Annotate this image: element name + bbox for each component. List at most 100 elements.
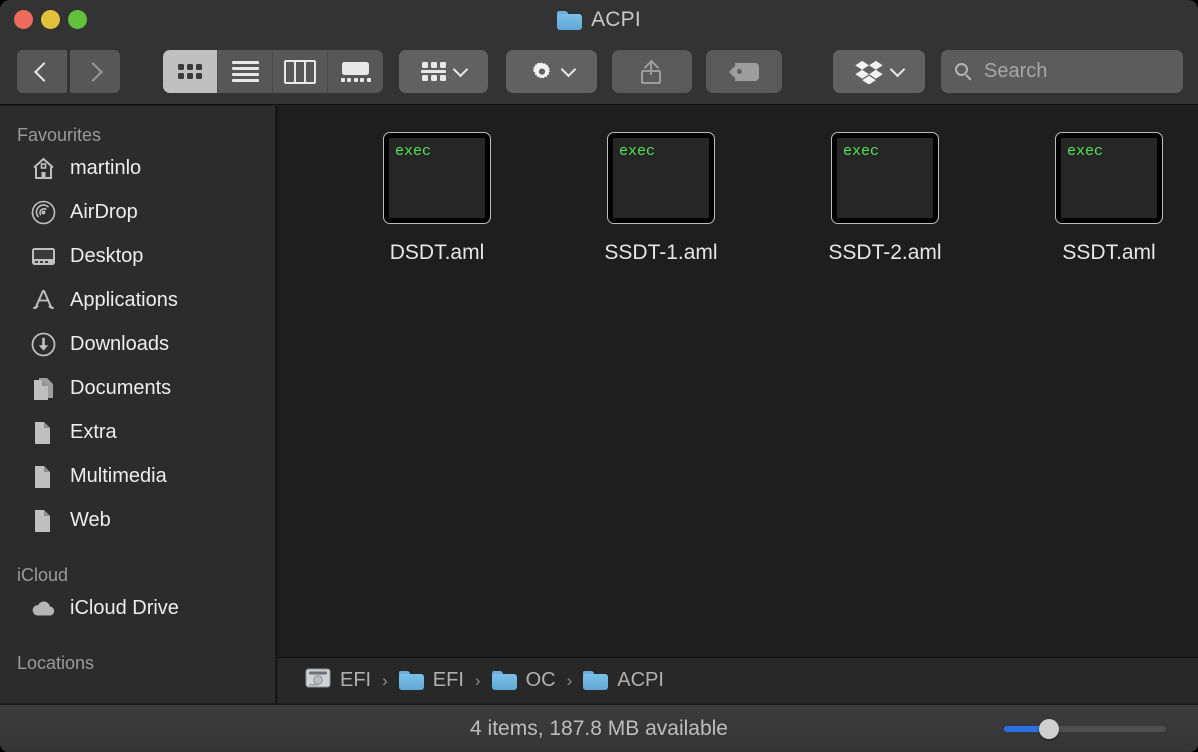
- sidebar-item-label: Desktop: [70, 245, 143, 268]
- minimize-button[interactable]: [41, 10, 60, 29]
- breadcrumb: EFI › EFI › OC › ACPI: [276, 657, 1198, 703]
- unix-executable-icon: exec: [607, 132, 715, 224]
- dropbox-button[interactable]: [833, 50, 925, 93]
- sidebar-item-label: Applications: [70, 289, 178, 312]
- arrange-button[interactable]: [399, 50, 488, 93]
- sidebar: Favourites martinlo AirDrop Desktop Appl…: [0, 106, 275, 703]
- navigation-buttons: [17, 50, 120, 93]
- file-list-area[interactable]: exec DSDT.aml exec SSDT-1.aml exec: [276, 106, 1198, 656]
- breadcrumb-separator: ›: [567, 671, 573, 691]
- group-icon: [421, 62, 446, 81]
- column-view-button[interactable]: [273, 50, 328, 93]
- breadcrumb-separator: ›: [475, 671, 481, 691]
- sidebar-item-applications[interactable]: Applications: [0, 278, 275, 322]
- gallery-icon: [341, 62, 371, 82]
- share-icon: [641, 60, 663, 84]
- search-icon: [955, 63, 973, 81]
- tag-button[interactable]: [706, 50, 782, 93]
- sidebar-item-label: AirDrop: [70, 201, 138, 224]
- share-button[interactable]: [612, 50, 692, 93]
- sidebar-item-extra[interactable]: Extra: [0, 410, 275, 454]
- list-view-button[interactable]: [218, 50, 273, 93]
- sidebar-section-favourites-header: Favourites: [0, 124, 275, 146]
- view-mode-switcher: [163, 50, 383, 93]
- documents-icon: [30, 376, 57, 401]
- sidebar-item-label: Web: [70, 509, 111, 532]
- sidebar-item-label: Extra: [70, 421, 117, 444]
- sidebar-item-label: Downloads: [70, 333, 169, 356]
- sidebar-item-desktop[interactable]: Desktop: [0, 234, 275, 278]
- list-icon: [232, 61, 259, 82]
- sidebar-item-web[interactable]: Web: [0, 498, 275, 542]
- sidebar-item-label: martinlo: [70, 157, 141, 180]
- sidebar-section-icloud-header: iCloud: [0, 564, 275, 586]
- sidebar-item-label: Multimedia: [70, 465, 167, 488]
- file-item[interactable]: exec SSDT.aml: [997, 132, 1198, 265]
- cloud-icon: [30, 596, 57, 621]
- chevron-right-icon: [83, 62, 103, 82]
- airdrop-icon: [30, 200, 57, 225]
- desktop-icon: [30, 244, 57, 269]
- breadcrumb-separator: ›: [382, 671, 388, 691]
- toolbar: ACPI: [0, 0, 1198, 105]
- file-item[interactable]: exec SSDT-1.aml: [549, 132, 773, 265]
- icon-size-slider[interactable]: [1004, 725, 1166, 733]
- chevron-down-icon: [890, 62, 906, 78]
- document-icon: [30, 464, 57, 489]
- exec-badge: exec: [395, 143, 431, 160]
- slider-fill: [1004, 726, 1044, 732]
- exec-badge: exec: [1067, 143, 1103, 160]
- file-item[interactable]: exec SSDT-2.aml: [773, 132, 997, 265]
- breadcrumb-item-acpi[interactable]: ACPI: [583, 669, 664, 692]
- exec-badge: exec: [619, 143, 655, 160]
- gear-icon: [530, 60, 554, 84]
- sidebar-item-documents[interactable]: Documents: [0, 366, 275, 410]
- sidebar-item-label: Documents: [70, 377, 171, 400]
- folder-icon: [583, 671, 608, 690]
- breadcrumb-label: ACPI: [617, 669, 664, 692]
- sidebar-item-multimedia[interactable]: Multimedia: [0, 454, 275, 498]
- sidebar-item-label: iCloud Drive: [70, 597, 179, 620]
- sidebar-section-locations-header: Locations: [0, 652, 275, 674]
- maximize-button[interactable]: [68, 10, 87, 29]
- file-grid: exec DSDT.aml exec SSDT-1.aml exec: [277, 106, 1198, 265]
- window-controls: [14, 10, 87, 29]
- window-title-bar: ACPI: [0, 8, 1198, 32]
- breadcrumb-item-oc[interactable]: OC: [492, 669, 556, 692]
- document-icon: [30, 420, 57, 445]
- action-button[interactable]: [506, 50, 597, 93]
- forward-button[interactable]: [70, 50, 120, 93]
- grid-icon: [178, 64, 202, 79]
- gallery-view-button[interactable]: [328, 50, 383, 93]
- unix-executable-icon: exec: [383, 132, 491, 224]
- breadcrumb-item-efi-folder[interactable]: EFI: [399, 669, 464, 692]
- file-name-label: SSDT.aml: [1062, 241, 1155, 265]
- sidebar-item-downloads[interactable]: Downloads: [0, 322, 275, 366]
- search-placeholder: Search: [984, 60, 1047, 83]
- folder-icon: [557, 11, 582, 30]
- sidebar-item-icloud-drive[interactable]: iCloud Drive: [0, 586, 275, 630]
- search-input[interactable]: Search: [941, 50, 1183, 93]
- page-title: ACPI: [591, 8, 641, 32]
- unix-executable-icon: exec: [1055, 132, 1163, 224]
- folder-icon: [492, 671, 517, 690]
- sidebar-item-airdrop[interactable]: AirDrop: [0, 190, 275, 234]
- disk-icon: [305, 667, 331, 694]
- file-item[interactable]: exec DSDT.aml: [325, 132, 549, 265]
- tag-icon: [729, 63, 759, 81]
- folder-icon: [399, 671, 424, 690]
- document-icon: [30, 508, 57, 533]
- home-icon: [30, 156, 57, 181]
- breadcrumb-label: OC: [526, 669, 556, 692]
- downloads-icon: [30, 332, 57, 357]
- breadcrumb-item-efi-disk[interactable]: EFI: [305, 667, 371, 694]
- unix-executable-icon: exec: [831, 132, 939, 224]
- chevron-down-icon: [560, 62, 576, 78]
- back-button[interactable]: [17, 50, 67, 93]
- columns-icon: [284, 60, 316, 84]
- sidebar-item-martinlo[interactable]: martinlo: [0, 146, 275, 190]
- chevron-down-icon: [453, 62, 469, 78]
- close-button[interactable]: [14, 10, 33, 29]
- slider-knob[interactable]: [1039, 719, 1059, 739]
- icon-view-button[interactable]: [163, 50, 218, 93]
